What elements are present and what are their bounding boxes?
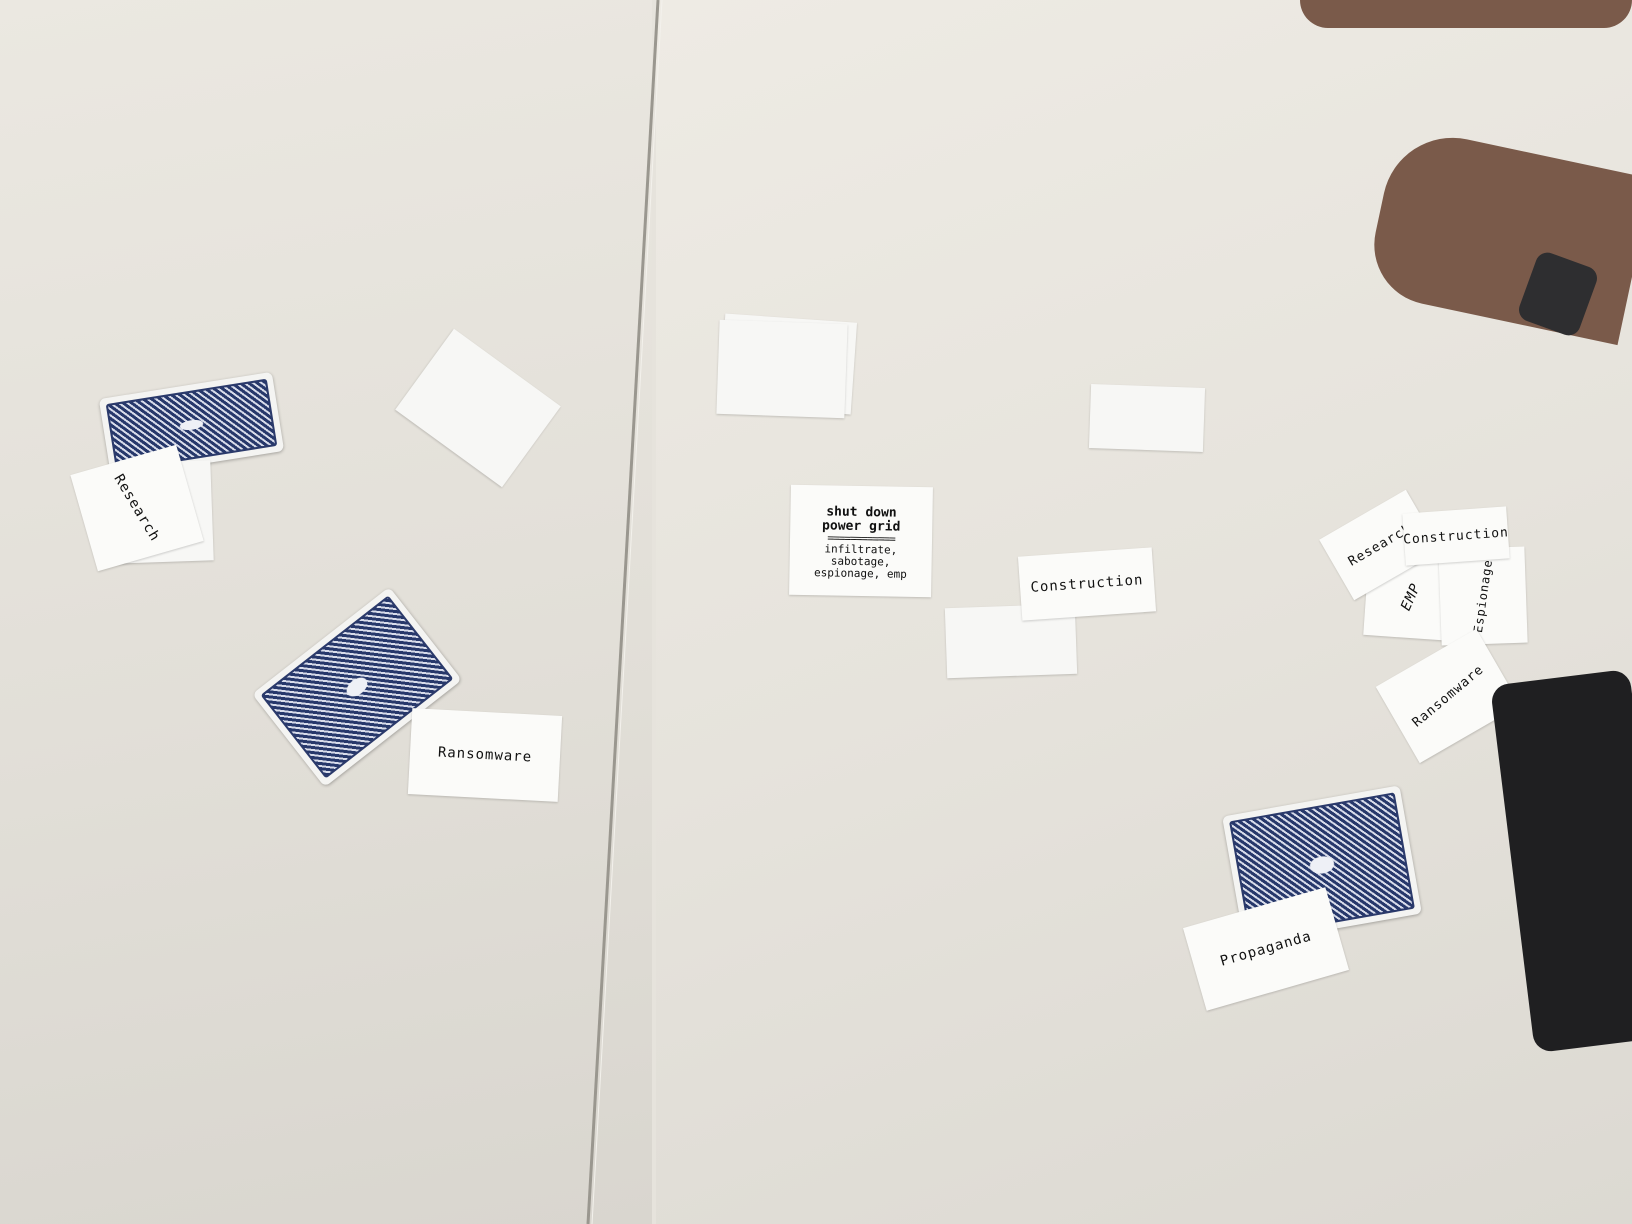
card-construction-right[interactable]: Construction	[1402, 506, 1510, 566]
card-label: Propaganda	[1218, 928, 1314, 970]
card-label: Espionage	[1470, 558, 1496, 634]
table-surface-left	[0, 0, 652, 1224]
card-label: Ransomware	[1409, 661, 1487, 731]
blank-card-stack[interactable]	[716, 319, 848, 419]
card-label: EMP	[1397, 580, 1425, 614]
goal-card[interactable]: shut down power grid ============ infilt…	[789, 484, 933, 598]
goal-actions-line3: espionage, emp	[813, 566, 907, 581]
card-label: Construction	[1402, 524, 1510, 548]
blank-card[interactable]	[1088, 384, 1206, 452]
card-label: Ransomware	[437, 744, 533, 766]
hand-top-right	[1300, 0, 1632, 28]
card-label: Construction	[1030, 572, 1144, 596]
card-label: Research	[110, 471, 164, 545]
card-construction[interactable]: Construction	[1017, 547, 1157, 621]
card-ransomware[interactable]: Ransomware	[407, 708, 563, 802]
